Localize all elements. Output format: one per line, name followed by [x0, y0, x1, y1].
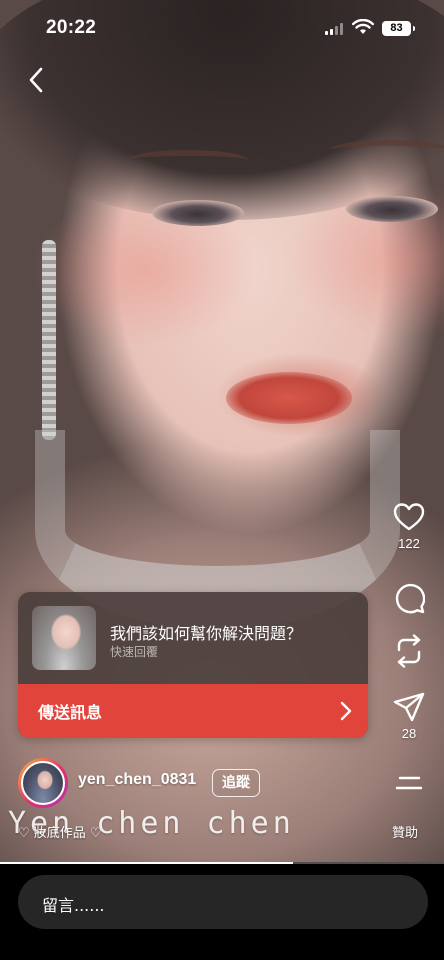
status-time: 20:22 [46, 17, 97, 38]
back-button[interactable] [18, 62, 54, 98]
status-bar: 20:22 83 [0, 0, 444, 58]
quick-reply-card[interactable]: 我們該如何幫你解決問題？ 快速回覆 傳送訊息 [18, 592, 368, 738]
wifi-icon [352, 19, 374, 34]
reel-screen: 20:22 83 122 28 我們該如何幫你解決問題？ 快速回覆 傳送訊息 y… [0, 0, 444, 960]
like-count: 122 [398, 536, 420, 551]
comment-input[interactable]: 留言...... [18, 875, 428, 929]
paper-plane-icon [393, 692, 425, 722]
photo-left-eye [152, 200, 244, 226]
menu-icon [395, 776, 423, 790]
reply-subtitle: 快速回覆 [110, 645, 159, 659]
cellular-signal-icon [325, 23, 343, 35]
author-avatar[interactable] [18, 758, 68, 808]
photo-earring [42, 240, 56, 440]
send-message-label: 傳送訊息 [38, 703, 103, 722]
battery-indicator: 83 [382, 21, 415, 36]
photo-right-eye [346, 196, 438, 222]
comment-button[interactable] [386, 582, 432, 614]
like-button[interactable]: 122 [386, 502, 432, 551]
reply-thumbnail [32, 606, 96, 670]
chevron-right-icon [340, 701, 352, 721]
author-username[interactable]: yen_chen_0831 [78, 771, 196, 789]
remix-button[interactable] [386, 634, 432, 668]
chevron-left-icon [29, 67, 43, 93]
repost-icon [397, 634, 421, 668]
heart-icon [393, 503, 425, 531]
follow-button[interactable]: 追蹤 [212, 769, 260, 797]
photo-lips [226, 372, 352, 424]
photo-left-brow [128, 150, 248, 170]
speech-bubble-icon [395, 583, 425, 614]
comment-placeholder: 留言...... [42, 896, 105, 915]
share-button[interactable]: 28 [386, 692, 432, 741]
send-message-button[interactable]: 傳送訊息 [18, 684, 368, 738]
post-caption[interactable]: ♡ 妝底作品 ♡ [18, 822, 102, 841]
sponsored-label: 贊助 [392, 826, 419, 841]
comment-bar: 留言...... [0, 864, 444, 960]
avatar-image [21, 761, 65, 805]
photo-right-brow [330, 140, 444, 160]
share-count: 28 [401, 726, 417, 741]
reply-question: 我們該如何幫你解決問題？ [110, 624, 303, 643]
more-button[interactable] [386, 774, 432, 796]
